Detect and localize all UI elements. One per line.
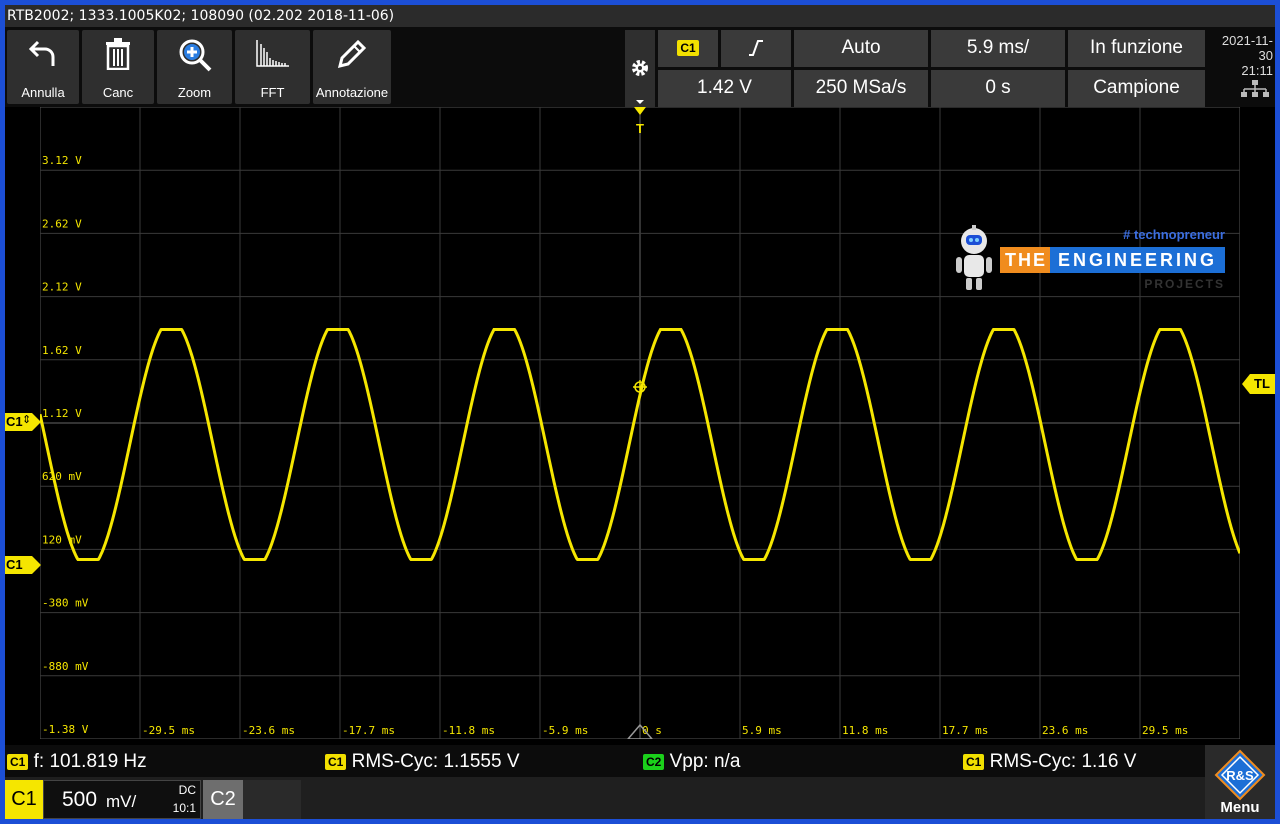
y-tick-label: 1.62 V — [42, 344, 82, 357]
timebase-scale[interactable]: 5.9 ms/ — [931, 30, 1065, 67]
x-tick-label: 5.9 ms — [742, 724, 782, 737]
undo-button[interactable]: Annulla — [7, 30, 79, 104]
channel-1-ground-label: C1 — [6, 557, 23, 572]
x-tick-label: 23.6 ms — [1042, 724, 1088, 737]
channel-2-settings[interactable] — [243, 780, 301, 819]
measurement-1[interactable]: C1 f: 101.819 Hz — [7, 751, 147, 773]
measurement-bar: C1 f: 101.819 Hz C1 RMS-Cyc: 1.1555 V C2… — [5, 745, 1275, 777]
trash-icon — [106, 38, 130, 70]
trigger-level[interactable]: 1.42 V — [658, 70, 791, 107]
rising-edge-icon — [749, 40, 763, 56]
trigger-position-label: T — [636, 121, 644, 136]
zoom-button[interactable]: Zoom — [157, 30, 232, 104]
watermark-word-the: THE — [1000, 247, 1052, 273]
measurement-3-channel: C2 — [643, 753, 665, 770]
measurement-3[interactable]: C2 Vpp: n/a — [643, 751, 740, 773]
measurement-2[interactable]: C1 RMS-Cyc: 1.1555 V — [325, 751, 520, 773]
undo-label: Annulla — [21, 85, 65, 100]
channel-1-scale: 500 — [62, 788, 98, 811]
fft-spectrum-icon — [255, 40, 289, 67]
trigger-mode[interactable]: Auto — [794, 30, 928, 67]
zoom-in-icon — [179, 39, 211, 72]
delete-label: Canc — [102, 85, 134, 100]
pencil-icon — [337, 39, 367, 69]
robot-logo-icon — [956, 225, 992, 290]
fft-label: FFT — [260, 85, 285, 100]
x-tick-label: -11.8 ms — [442, 724, 495, 737]
measurement-2-value: RMS-Cyc: 1.1555 V — [351, 751, 520, 772]
x-tick-label: 29.5 ms — [1142, 724, 1188, 737]
sample-rate[interactable]: 250 MSa/s — [794, 70, 928, 107]
channel-1-scale-unit: mV/ — [106, 792, 137, 811]
zoom-label: Zoom — [177, 85, 212, 100]
waveform-display[interactable]: 3.12 V 2.62 V 2.12 V 1.62 V 1.12 V 620 mV 120 … — [40, 107, 1240, 739]
x-tick-label: 11.8 ms — [842, 724, 888, 737]
y-tick-label: 620 mV — [42, 470, 82, 483]
channel-1-settings[interactable]: 500 mV/ DC 10:1 — [43, 780, 201, 819]
y-tick-label: -1.38 V — [42, 723, 89, 736]
updown-arrow-icon: ⇕ — [22, 414, 32, 426]
datetime: 2021-11-30 21:11 — [1208, 30, 1275, 107]
undo-icon — [28, 40, 55, 66]
annotation-button[interactable]: Annotazione — [313, 30, 391, 104]
measurement-1-channel: C1 — [7, 753, 29, 770]
trigger-slope[interactable] — [721, 30, 791, 67]
measurement-4-channel: C1 — [963, 753, 985, 770]
measurement-4[interactable]: C1 RMS-Cyc: 1.16 V — [963, 751, 1136, 773]
x-tick-label: -23.6 ms — [242, 724, 295, 737]
time-text: 21:11 — [1241, 63, 1273, 78]
y-tick-label: 2.12 V — [42, 281, 82, 294]
channel-1-offset-marker[interactable]: C1 ⇕ — [5, 413, 41, 431]
rs-logo-text: R&S — [1226, 768, 1254, 783]
watermark: # technopreneur THE ENGINEERING PROJECTS — [950, 223, 1225, 293]
trigger-position-marker[interactable]: T — [634, 107, 646, 137]
horizontal-position[interactable]: 0 s — [931, 70, 1065, 107]
gear-icon — [632, 60, 648, 76]
y-tick-label: 2.62 V — [42, 217, 82, 230]
channel-1-probe: 10:1 — [172, 801, 196, 815]
run-state[interactable]: In funzione — [1068, 30, 1205, 67]
x-tick-label: -5.9 ms — [542, 724, 588, 737]
delete-button[interactable]: Canc — [82, 30, 154, 104]
menu-button[interactable]: R&S Menu — [1205, 745, 1275, 819]
watermark-word-engineering: ENGINEERING — [1050, 247, 1225, 273]
channel-1-offset-label: C1 — [6, 414, 23, 429]
chevron-down-icon — [636, 100, 644, 104]
y-tick-label: 1.12 V — [42, 407, 82, 420]
date-text: 2021-11-30 — [1221, 33, 1273, 63]
watermark-tag: # technopreneur — [1123, 227, 1225, 242]
y-tick-label: 3.12 V — [42, 154, 82, 167]
y-tick-label: -880 mV — [42, 660, 89, 673]
channel-1-coupling: DC — [178, 783, 196, 797]
x-tick-label: -17.7 ms — [342, 724, 395, 737]
window-frame: RTB2002; 1333.1005K02; 108090 (02.202 20… — [0, 0, 1280, 824]
trigger-source[interactable]: C1 — [658, 30, 718, 67]
acquisition-mode[interactable]: Campione — [1068, 70, 1205, 107]
network-icon — [1241, 80, 1269, 97]
annotation-label: Annotazione — [315, 85, 389, 100]
measurement-3-value: Vpp: n/a — [669, 751, 741, 772]
fft-button[interactable]: FFT — [235, 30, 310, 104]
channel-1-tab[interactable]: C1 — [5, 780, 43, 819]
x-tick-label: 17.7 ms — [942, 724, 988, 737]
menu-label: Menu — [1220, 799, 1260, 816]
y-tick-label: -380 mV — [42, 597, 89, 610]
settings-button[interactable] — [625, 30, 655, 107]
x-tick-label: -29.5 ms — [142, 724, 195, 737]
title-bar: RTB2002; 1333.1005K02; 108090 (02.202 20… — [5, 5, 1275, 27]
channel-2-tab[interactable]: C2 — [203, 780, 243, 819]
trigger-source-badge: C1 — [677, 39, 699, 56]
watermark-word-projects: PROJECTS — [1144, 277, 1225, 291]
channel-bar: C1 500 mV/ DC 10:1 C2 R&S Menu — [5, 745, 1275, 819]
y-tick-label: 120 mV — [42, 533, 82, 546]
rs-logo-icon: R&S — [1214, 749, 1266, 801]
measurement-1-value: f: 101.819 Hz — [33, 751, 147, 772]
channel-1-ground-marker[interactable]: C1 — [5, 556, 41, 574]
measurement-2-channel: C1 — [325, 753, 347, 770]
measurement-4-value: RMS-Cyc: 1.16 V — [989, 751, 1137, 772]
oscilloscope-screen: RTB2002; 1333.1005K02; 108090 (02.202 20… — [5, 5, 1275, 819]
trigger-level-label: TL — [1254, 376, 1270, 391]
